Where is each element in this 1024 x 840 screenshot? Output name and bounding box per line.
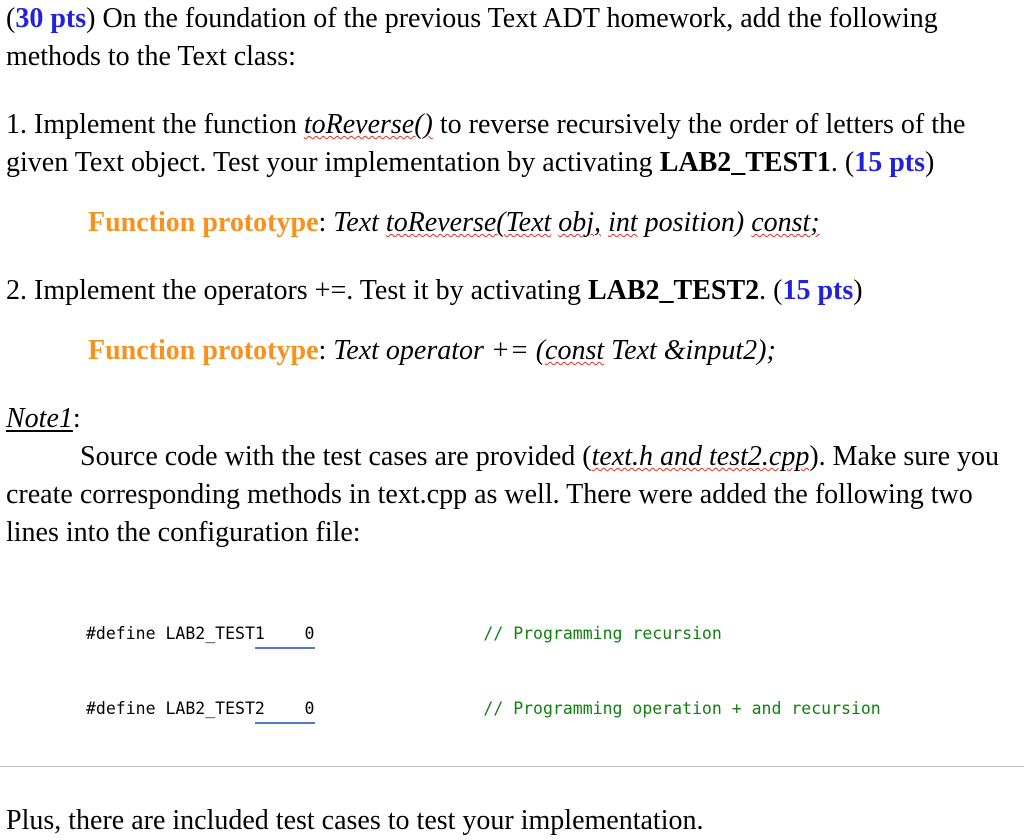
function-prototype-2: Function prototype: Text operator += (co… (6, 332, 1018, 370)
task-1-function-name: toReverse() (303, 109, 433, 140)
document-page: (30 pts) On the foundation of the previo… (0, 0, 1024, 836)
prototype-2-code-part2: Text &input2); (604, 335, 776, 366)
prototype-2-code-part1: Text operator += ( (333, 335, 546, 366)
task-2-test-macro: LAB2_TEST2 (587, 275, 760, 306)
prototype-1-misspelled-2: obj, (558, 207, 602, 238)
note-body: Source code with the test cases are prov… (6, 438, 1018, 552)
task-1-text-before: Implement the function (27, 109, 304, 140)
code-line-2: #define LAB2_TEST2 0 // Programming oper… (86, 697, 1018, 724)
prototype-1-separator: : (318, 207, 334, 238)
task-1-text-after: . ( (830, 147, 855, 178)
spacer-before-proto-1 (6, 182, 1018, 204)
spacer-after-proto-1 (6, 242, 1018, 272)
code-line-1-flagged-value: 1 0 (254, 622, 315, 649)
code-line-1-pad (315, 624, 484, 643)
prototype-1-code-part1: Text (333, 207, 386, 238)
code-line-1-comment: // Programming recursion (483, 624, 722, 643)
task-item-2: 2. Implement the operators +=. Test it b… (6, 272, 1018, 310)
code-line-2-comment: // Programming operation + and recursion (483, 699, 881, 718)
spacer-before-code (6, 552, 1018, 574)
task-2-text-end: ) (853, 275, 863, 306)
intro-points-badge: 30 pts (15, 3, 87, 34)
prototype-2-label: Function prototype (88, 335, 319, 366)
note-heading-colon: : (72, 403, 81, 434)
code-line-1-define: #define LAB2_TEST (86, 624, 255, 643)
note-filenames: text.h and test2.cpp (591, 441, 810, 472)
code-line-2-flagged-value: 2 0 (254, 697, 315, 724)
note-body-before: Source code with the test cases are prov… (80, 441, 592, 472)
configuration-code-block: #define LAB2_TEST1 0 // Programming recu… (6, 574, 1018, 772)
intro-paragraph: (30 pts) On the foundation of the previo… (6, 0, 1018, 76)
prototype-1-misspelled-3: int (608, 207, 638, 238)
prototype-2-separator: : (318, 335, 334, 366)
code-line-2-define: #define LAB2_TEST (86, 699, 255, 718)
prototype-1-label: Function prototype (88, 207, 319, 238)
task-2-text-before: Implement the operators +=. Test it by a… (27, 275, 588, 306)
prototype-1-code: Text toReverse(Text obj, int position) c… (333, 207, 819, 238)
spacer-after-intro (6, 76, 1018, 106)
prototype-1-misspelled-1: toReverse(Text (385, 207, 552, 238)
task-2-number: 2. (6, 275, 27, 306)
code-line-2-pad (315, 699, 484, 718)
prototype-1-code-part2: position) (644, 207, 752, 238)
note-heading-label: Note1 (6, 403, 73, 434)
task-1-number: 1. (6, 109, 27, 140)
prototype-2-code: Text operator += (const Text &input2); (333, 335, 775, 366)
function-prototype-1: Function prototype: Text toReverse(Text … (6, 204, 1018, 242)
task-2-points-badge: 15 pts (782, 275, 854, 306)
prototype-1-space-2 (601, 207, 608, 238)
intro-open-paren: ( (6, 3, 16, 34)
task-1-test-macro: LAB2_TEST1 (659, 147, 831, 178)
spacer-before-proto-2 (6, 310, 1018, 332)
task-1-text-end: ) (924, 147, 935, 178)
code-line-1: #define LAB2_TEST1 0 // Programming recu… (86, 622, 1018, 649)
task-item-1: 1. Implement the function toReverse() to… (6, 106, 1018, 182)
page-bottom-rule (0, 766, 1024, 767)
closing-paragraph: Plus, there are included test cases to t… (6, 805, 704, 836)
spacer-after-proto-2 (6, 370, 1018, 400)
note-heading: Note1: (6, 400, 1018, 438)
intro-body-text: On the foundation of the previous Text A… (6, 3, 938, 72)
prototype-1-misspelled-4: const; (751, 207, 820, 238)
task-2-text-after: . ( (759, 275, 783, 306)
prototype-2-misspelled-1: const (545, 335, 605, 366)
prototype-1-space-3 (638, 207, 645, 238)
spacer-after-code (6, 772, 1018, 802)
task-1-points-badge: 15 pts (854, 147, 925, 178)
